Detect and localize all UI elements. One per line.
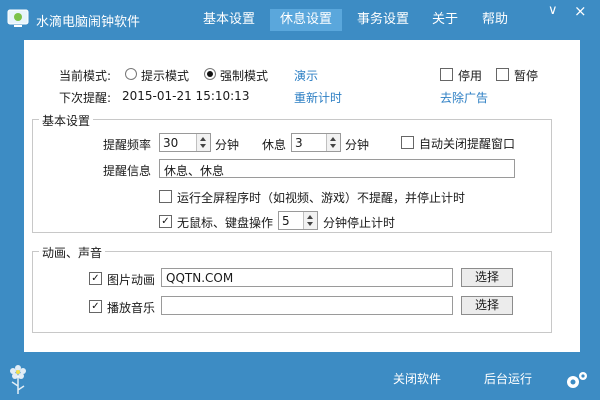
- media-group: 动画、声音 ✓ 图片动画 QQTN.COM 选择 ✓ 播放音乐 选择: [32, 244, 552, 333]
- run-in-background-button[interactable]: 后台运行: [484, 370, 532, 387]
- idle-stepper-arrows[interactable]: [303, 212, 317, 229]
- pause-checkbox[interactable]: [496, 68, 509, 81]
- frequency-stepper[interactable]: 30: [159, 133, 211, 152]
- tab-task-settings[interactable]: 事务设置: [350, 9, 416, 31]
- next-reminder-time: 2015-01-21 15:10:13: [122, 89, 250, 103]
- auto-close-label: 自动关闭提醒窗口: [419, 137, 516, 151]
- tab-basic-settings[interactable]: 基本设置: [196, 9, 262, 31]
- arrow-up-icon[interactable]: [307, 215, 313, 219]
- frequency-unit: 分钟: [215, 138, 240, 152]
- frequency-stepper-arrows[interactable]: [196, 134, 210, 151]
- message-label: 提醒信息: [103, 164, 152, 178]
- media-group-title: 动画、声音: [39, 244, 106, 261]
- remove-ads-link[interactable]: 去除广告: [440, 89, 488, 106]
- menu-chevron-icon[interactable]: ∨: [548, 4, 558, 18]
- tab-rest-settings[interactable]: 休息设置: [270, 9, 342, 31]
- tab-about[interactable]: 关于: [424, 9, 466, 31]
- idle-label-post: 分钟停止计时: [323, 216, 396, 230]
- rest-value: 3: [295, 136, 303, 150]
- arrow-up-icon[interactable]: [200, 137, 206, 141]
- restart-timer-link[interactable]: 重新计时: [294, 89, 342, 106]
- content-panel: 当前模式: 提示模式 强制模式 演示 停用 暂停 下次提醒: 2015-01-2…: [24, 40, 580, 352]
- fullscreen-label: 运行全屏程序时（如视频、游戏）不提醒，并停止计时: [177, 191, 466, 205]
- image-animation-checkbox[interactable]: ✓: [89, 272, 102, 285]
- idle-stepper[interactable]: 5: [278, 211, 318, 230]
- frequency-value: 30: [163, 136, 179, 150]
- disable-checkbox[interactable]: [440, 68, 453, 81]
- title-bar: 水滴电脑闹钟软件 基本设置 休息设置 事务设置 关于 帮助 ∨ ×: [0, 0, 600, 40]
- image-animation-label: 图片动画: [107, 273, 156, 287]
- app-logo-icon: [7, 9, 29, 27]
- image-animation-input[interactable]: QQTN.COM: [161, 268, 453, 287]
- basic-settings-group: 基本设置 提醒频率 30 分钟 休息 3 分钟 自动关闭提醒窗口 提醒信息 休息…: [32, 112, 552, 233]
- basic-settings-title: 基本设置: [39, 112, 94, 129]
- music-select-button[interactable]: 选择: [461, 296, 513, 315]
- pause-label: 暂停: [514, 69, 539, 83]
- rest-label: 休息: [262, 138, 287, 152]
- music-input[interactable]: [161, 296, 453, 315]
- rest-stepper[interactable]: 3: [291, 133, 341, 152]
- arrow-up-icon[interactable]: [330, 137, 336, 141]
- idle-label-pre: 无鼠标、键盘操作: [177, 216, 274, 230]
- flower-decoration-icon: [10, 365, 26, 394]
- mode-label: 当前模式:: [59, 69, 112, 83]
- rest-stepper-arrows[interactable]: [326, 134, 340, 151]
- demo-link[interactable]: 演示: [294, 67, 318, 84]
- radio-force-mode[interactable]: [204, 68, 216, 80]
- play-music-label: 播放音乐: [107, 301, 156, 315]
- auto-close-checkbox[interactable]: [401, 136, 414, 149]
- settings-gear-icon[interactable]: [564, 368, 590, 392]
- disable-label: 停用: [458, 69, 483, 83]
- radio-force-mode-label[interactable]: 强制模式: [220, 67, 268, 84]
- message-input[interactable]: 休息、休息: [159, 159, 515, 178]
- arrow-down-icon[interactable]: [330, 144, 336, 148]
- radio-prompt-mode-label[interactable]: 提示模式: [141, 67, 189, 84]
- next-reminder-label: 下次提醒:: [59, 91, 112, 105]
- radio-prompt-mode[interactable]: [125, 68, 137, 80]
- tab-help[interactable]: 帮助: [474, 9, 516, 31]
- close-software-button[interactable]: 关闭软件: [393, 370, 441, 387]
- fullscreen-checkbox[interactable]: [159, 190, 172, 203]
- idle-checkbox[interactable]: ✓: [159, 215, 172, 228]
- app-title: 水滴电脑闹钟软件: [36, 15, 141, 30]
- close-icon[interactable]: ×: [574, 4, 587, 19]
- image-select-button[interactable]: 选择: [461, 268, 513, 287]
- rest-unit: 分钟: [345, 138, 370, 152]
- frequency-label: 提醒频率: [103, 138, 152, 152]
- arrow-down-icon[interactable]: [307, 222, 313, 226]
- play-music-checkbox[interactable]: ✓: [89, 300, 102, 313]
- idle-value: 5: [282, 214, 290, 228]
- arrow-down-icon[interactable]: [200, 144, 206, 148]
